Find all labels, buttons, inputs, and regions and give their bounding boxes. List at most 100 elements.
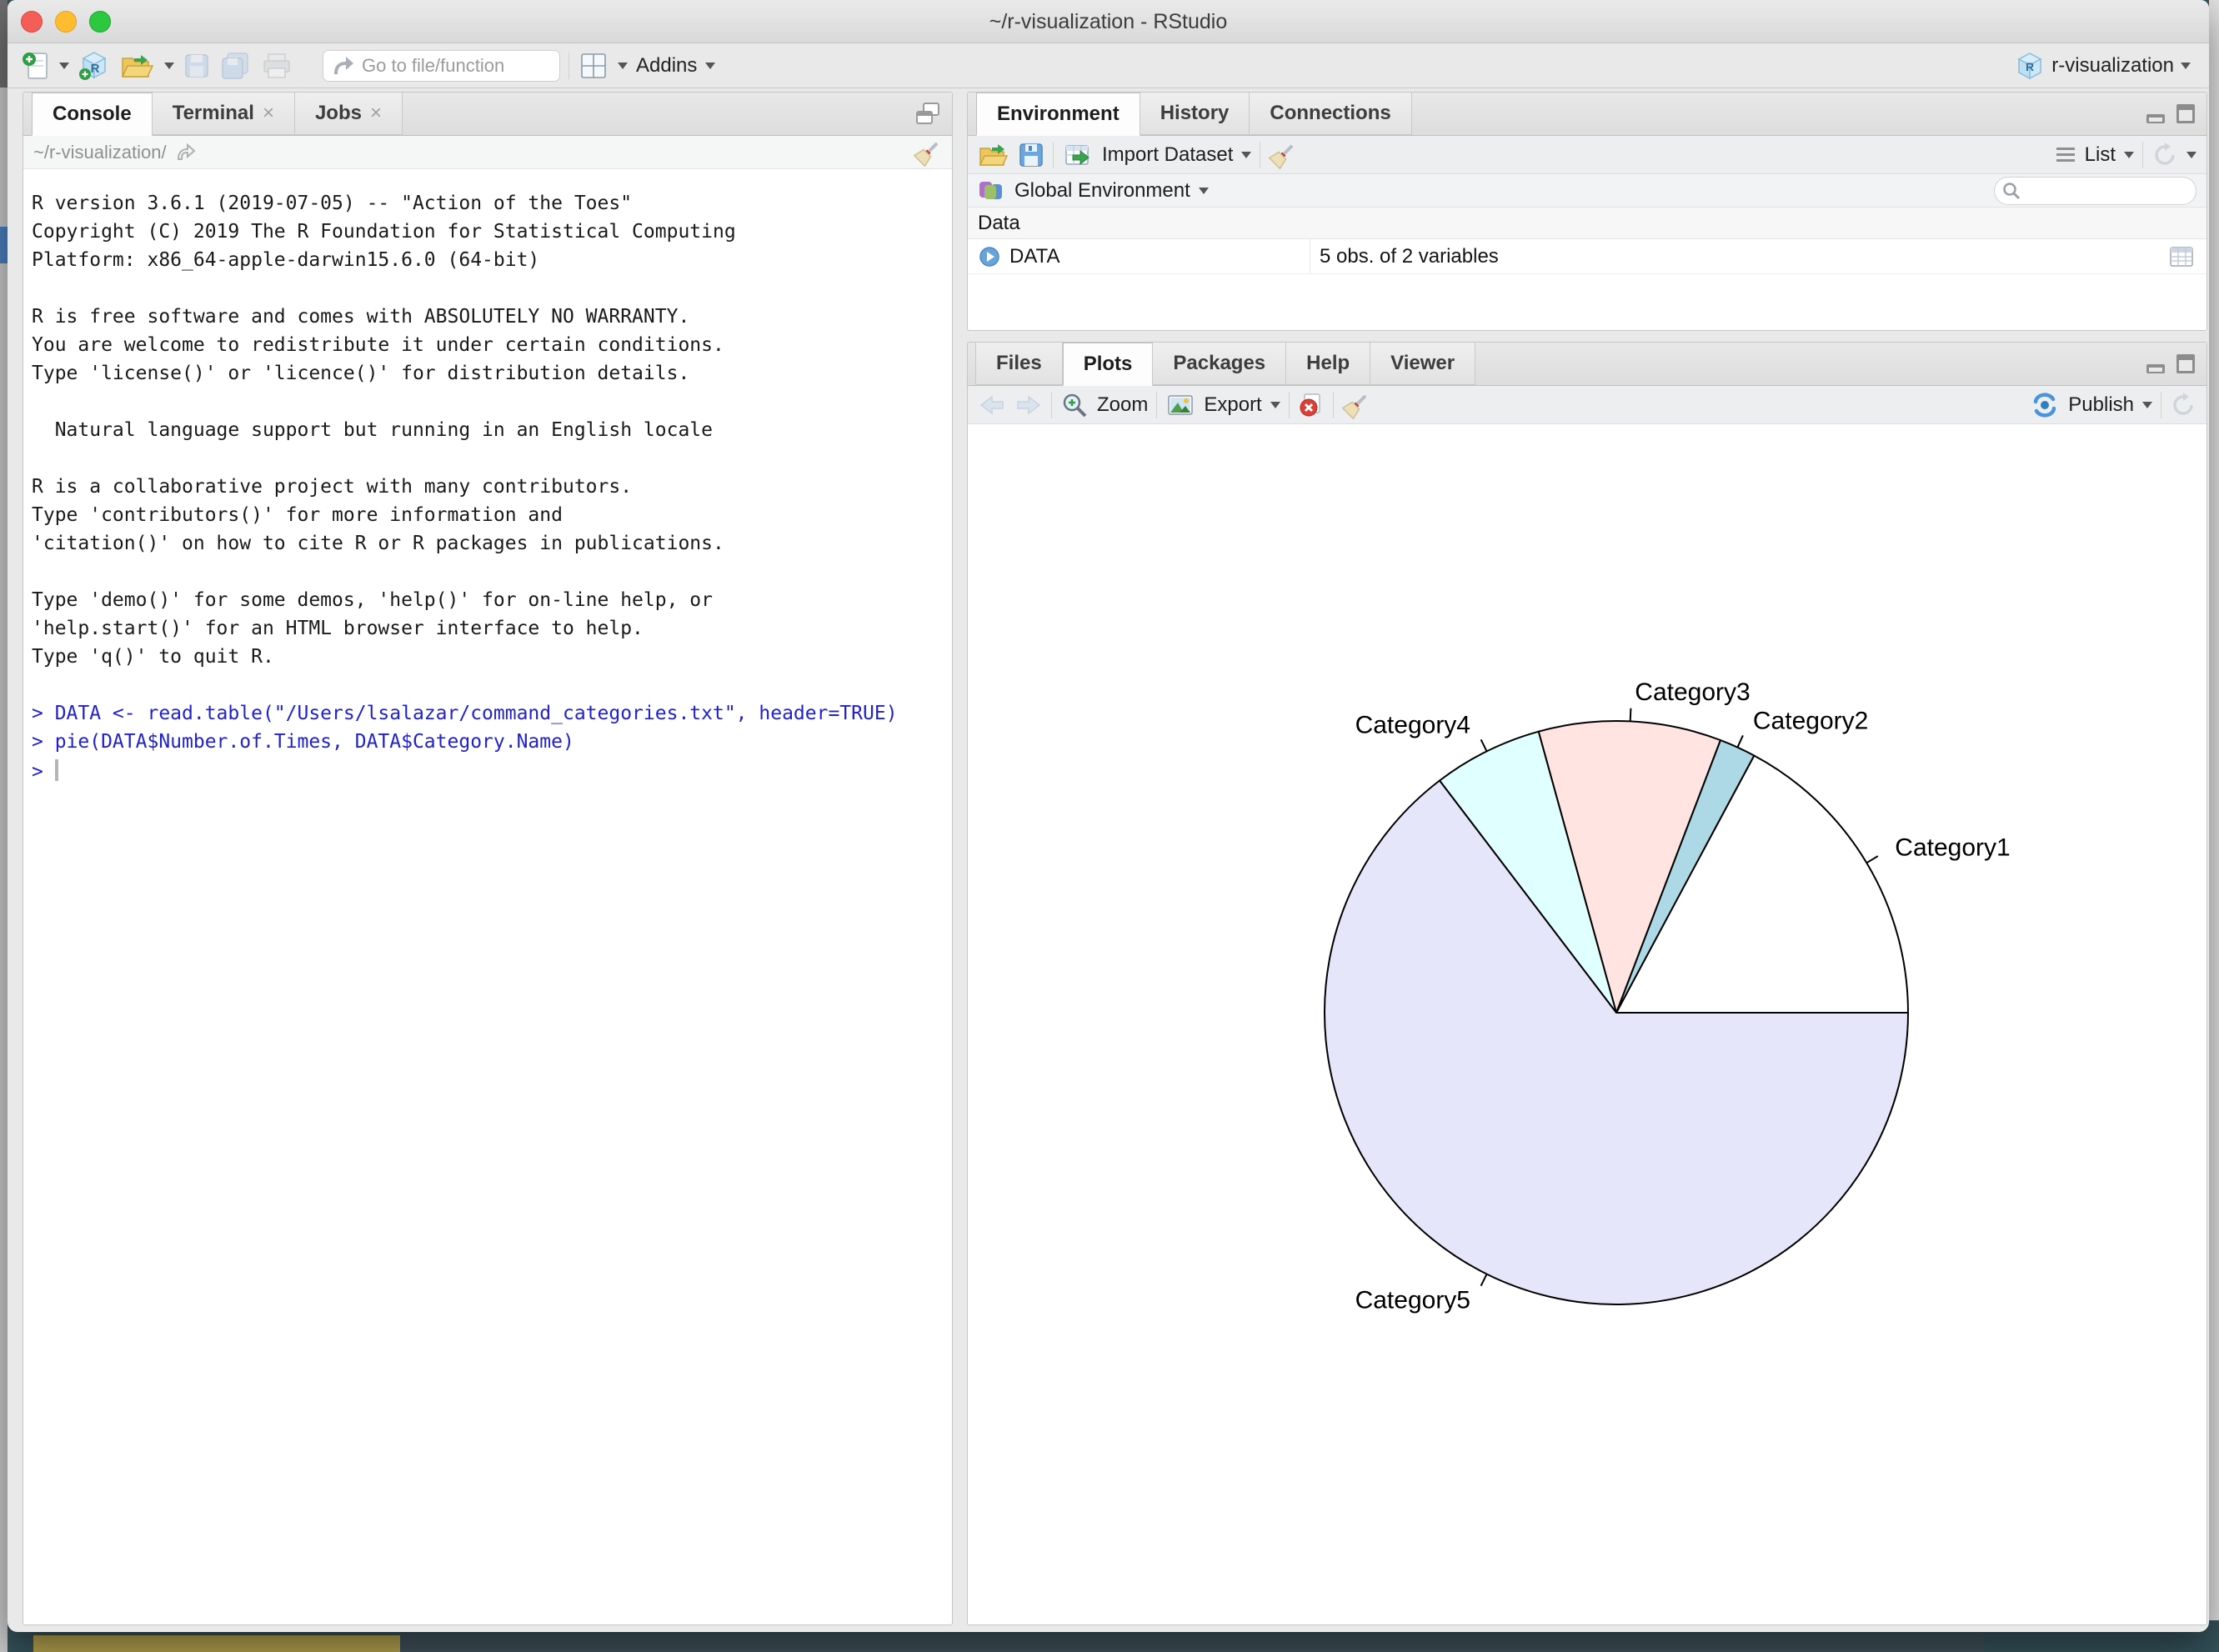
minimize-pane-icon[interactable] — [2145, 101, 2166, 126]
console-output-line: R is a collaborative project with many c… — [32, 476, 947, 504]
svg-text:R: R — [91, 62, 100, 76]
import-dataset-caret[interactable] — [1241, 152, 1251, 158]
scope-selector-label[interactable]: Global Environment — [1014, 179, 1190, 203]
export-plot-icon[interactable] — [1165, 392, 1195, 418]
console-output-line — [32, 278, 947, 306]
refresh-environment-icon[interactable] — [2151, 142, 2178, 168]
object-name: DATA — [1009, 245, 1059, 268]
plots-tabstrip: Files Plots Packages Help Viewer — [968, 343, 2206, 386]
console-output-line — [32, 448, 947, 476]
zoom-plot-icon[interactable] — [1060, 391, 1089, 419]
pane-layout-caret[interactable] — [618, 63, 628, 69]
import-dataset-icon[interactable] — [1062, 141, 1094, 169]
project-selector[interactable]: R r-visualization — [2015, 51, 2191, 81]
tab-packages[interactable]: Packages — [1152, 342, 1286, 385]
goto-file-box[interactable] — [323, 50, 560, 82]
tab-viewer[interactable]: Viewer — [1370, 342, 1475, 385]
pane-layout-icon[interactable] — [578, 50, 609, 82]
addins-label[interactable]: Addins — [636, 54, 697, 78]
new-file-icon[interactable] — [21, 51, 51, 81]
maximize-pane-icon[interactable] — [2175, 351, 2196, 376]
project-caret — [2181, 63, 2191, 69]
console-output-line: Copyright (C) 2019 The R Foundation for … — [32, 221, 947, 249]
close-icon[interactable]: × — [370, 102, 382, 125]
minimize-pane-icon[interactable] — [2145, 351, 2166, 376]
list-view-icon[interactable] — [2055, 145, 2076, 165]
toolbar-separator — [1333, 392, 1334, 418]
tab-console[interactable]: Console — [32, 93, 153, 136]
view-table-icon[interactable] — [2168, 244, 2195, 269]
background-selection-notch — [0, 227, 8, 263]
tab-environment[interactable]: Environment — [976, 93, 1140, 136]
tab-help[interactable]: Help — [1285, 342, 1370, 385]
console-output-line: Type 'license()' or 'licence()' for dist… — [32, 363, 947, 391]
publish-icon[interactable] — [2030, 392, 2060, 418]
export-plot-label[interactable]: Export — [1204, 393, 1261, 417]
tab-connections[interactable]: Connections — [1249, 92, 1411, 135]
plot-display-area: Category1Category2Category3Category4Cate… — [968, 425, 2206, 1624]
working-dir-label[interactable]: ~/r-visualization/ — [33, 142, 167, 163]
goto-file-input[interactable] — [362, 55, 545, 77]
console-output-line — [32, 674, 947, 703]
environment-panel: Environment History Connections Import D… — [967, 92, 2207, 331]
environment-object-row[interactable]: DATA 5 obs. of 2 variables — [968, 239, 2206, 274]
import-dataset-label[interactable]: Import Dataset — [1102, 143, 1233, 167]
list-view-caret[interactable] — [2124, 152, 2134, 158]
restore-panes-icon[interactable] — [914, 101, 942, 128]
object-summary: 5 obs. of 2 variables — [1320, 245, 1499, 268]
tab-files[interactable]: Files — [975, 342, 1063, 385]
project-name: r-visualization — [2051, 54, 2174, 78]
tab-terminal[interactable]: Terminal × — [152, 92, 295, 135]
pie-label-tick — [1630, 708, 1631, 722]
pie-label: Category3 — [1635, 678, 1750, 706]
background-desktop-olive — [33, 1635, 400, 1652]
environment-search-box[interactable] — [1994, 177, 2196, 205]
scope-selector-caret[interactable] — [1199, 188, 1209, 194]
remove-plot-icon[interactable] — [1298, 392, 1325, 418]
environment-search-input[interactable] — [2026, 181, 2176, 200]
environment-scope-row: Global Environment — [968, 174, 2206, 208]
clear-plots-broom-icon[interactable] — [1342, 391, 1370, 419]
tab-plots[interactable]: Plots — [1063, 343, 1154, 386]
publish-caret[interactable] — [2142, 402, 2152, 408]
close-icon[interactable]: × — [263, 102, 274, 125]
save-icon[interactable] — [183, 52, 211, 80]
tab-history[interactable]: History — [1140, 92, 1250, 135]
goto-directory-icon[interactable] — [175, 143, 197, 163]
global-environment-icon — [978, 178, 1006, 204]
new-file-menu-caret[interactable] — [59, 63, 69, 69]
toolbar-separator — [1053, 142, 1054, 168]
publish-label[interactable]: Publish — [2068, 393, 2134, 417]
clear-console-broom-icon[interactable] — [914, 138, 942, 167]
load-workspace-icon[interactable] — [978, 142, 1009, 168]
zoom-plot-label[interactable]: Zoom — [1097, 393, 1148, 417]
console-output-line: R version 3.6.1 (2019-07-05) -- "Action … — [32, 193, 947, 221]
new-project-icon[interactable]: R — [78, 50, 111, 82]
console-output-line: Type 'q()' to quit R. — [32, 646, 947, 674]
addins-caret[interactable] — [705, 63, 715, 69]
goto-arrow-icon — [330, 54, 355, 78]
refresh-plot-icon[interactable] — [2170, 392, 2196, 418]
console-output-line: 'citation()' on how to cite R or R packa… — [32, 533, 947, 561]
refresh-environment-caret[interactable] — [2186, 152, 2196, 158]
pie-label-tick — [1866, 856, 1878, 863]
maximize-pane-icon[interactable] — [2175, 101, 2196, 126]
console-output-line: 'help.start()' for an HTML browser inter… — [32, 618, 947, 646]
print-icon[interactable] — [261, 52, 293, 80]
save-workspace-icon[interactable] — [1018, 142, 1044, 168]
pie-label: Category4 — [1355, 712, 1470, 739]
open-file-menu-caret[interactable] — [164, 63, 174, 69]
background-window-strip — [0, 0, 8, 1652]
save-all-icon[interactable] — [219, 51, 253, 81]
next-plot-icon[interactable] — [1014, 393, 1043, 418]
previous-plot-icon[interactable] — [978, 393, 1006, 418]
export-plot-caret[interactable] — [1270, 402, 1280, 408]
clear-environment-broom-icon[interactable] — [1269, 141, 1297, 169]
expand-object-icon[interactable] — [978, 245, 1001, 268]
pie-label: Category1 — [1895, 834, 2010, 862]
console-panel: Console Terminal × Jobs × ~/r-visualizat… — [23, 92, 953, 1625]
tab-jobs[interactable]: Jobs × — [294, 92, 403, 135]
console-cursor[interactable] — [55, 759, 58, 781]
list-view-label[interactable]: List — [2085, 143, 2116, 167]
open-file-icon[interactable] — [119, 51, 156, 81]
